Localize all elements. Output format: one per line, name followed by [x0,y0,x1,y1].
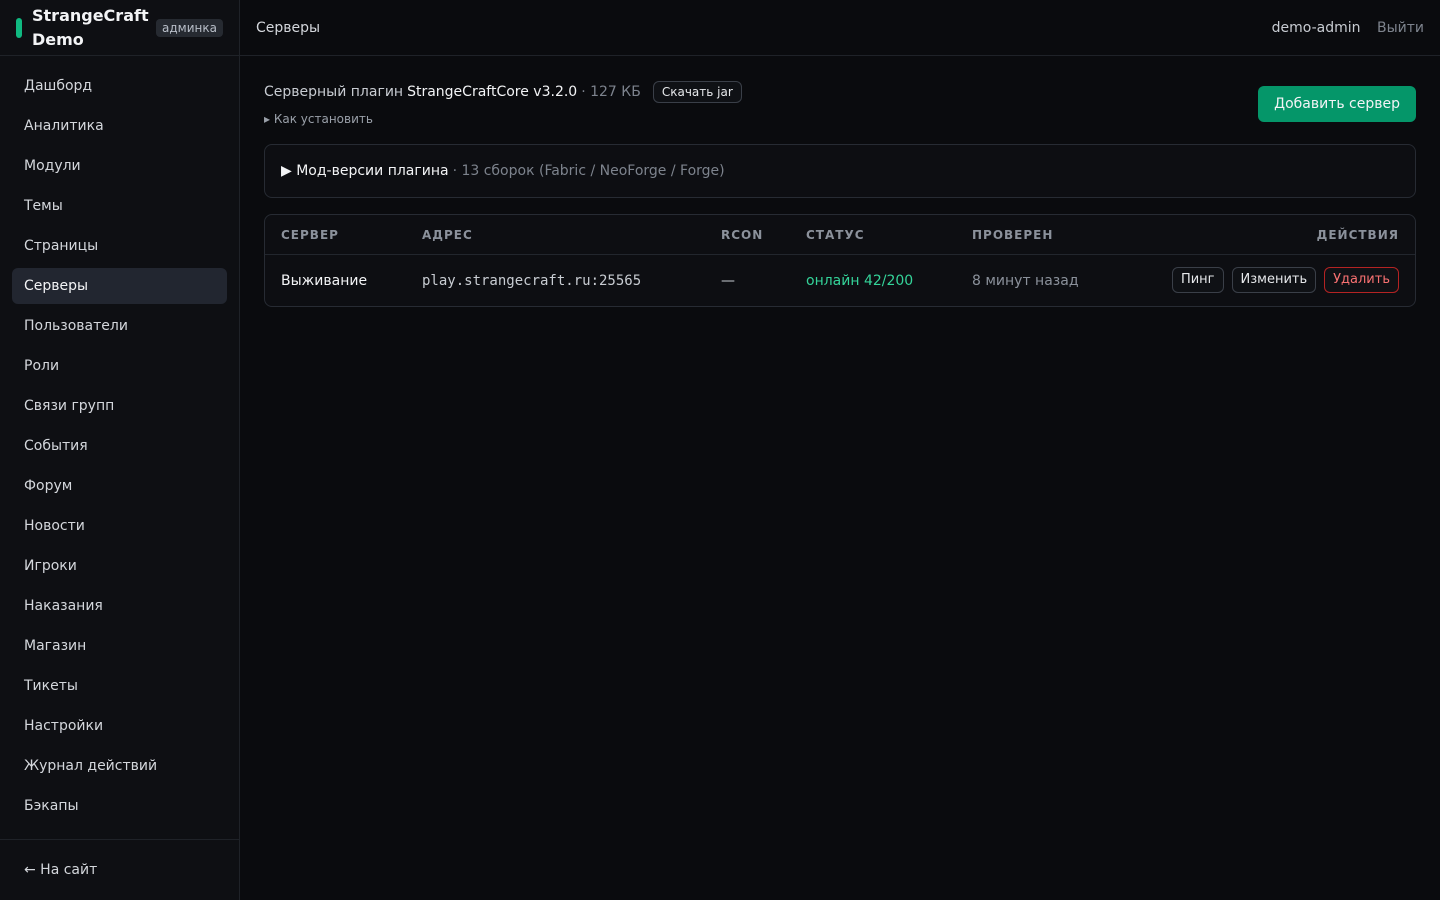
sidebar-item-themes[interactable]: Темы [12,188,227,224]
sidebar-item-analytics[interactable]: Аналитика [12,108,227,144]
brand-badge: админка [156,18,223,37]
row-actions: Пинг Изменить Удалить [1171,267,1399,293]
brand: StrangeCraft Demo админка [0,0,239,56]
sidebar-item-dashboard[interactable]: Дашборд [12,68,227,104]
sidebar-item-events[interactable]: События [12,428,227,464]
mod-versions-panel[interactable]: ▶ Мод-версии плагина · 13 сборок (Fabric… [264,144,1416,198]
sidebar-nav: Дашборд Аналитика Модули Темы Страницы С… [0,56,239,824]
sidebar-item-players[interactable]: Игроки [12,548,227,584]
plugin-info: Серверный плагин StrangeCraftCore v3.2.0… [264,81,742,103]
sidebar-item-tickets[interactable]: Тикеты [12,668,227,704]
logout-link[interactable]: Выйти [1377,20,1424,36]
ping-button[interactable]: Пинг [1171,267,1224,293]
server-address: play.strangecraft.ru:25565 [422,273,642,289]
topbar-user-area: demo-admin Выйти [1272,20,1424,36]
sidebar-item-audit-log[interactable]: Журнал действий [12,748,227,784]
plugin-label: Серверный плагин [264,84,404,100]
brand-name[interactable]: StrangeCraft Demo [32,4,152,52]
sidebar: StrangeCraft Demo админка Дашборд Аналит… [0,0,240,900]
header-checked: ПРОВЕРЕН [972,228,1054,242]
sidebar-item-users[interactable]: Пользователи [12,308,227,344]
server-rcon: — [721,273,735,289]
install-instructions-toggle[interactable]: ▸ Как установить [264,112,373,126]
edit-button[interactable]: Изменить [1231,267,1317,293]
download-jar-button[interactable]: Скачать jar [652,81,742,103]
server-status: онлайн 42/200 [806,273,914,289]
sidebar-item-modules[interactable]: Модули [12,148,227,184]
sidebar-item-settings[interactable]: Настройки [12,708,227,744]
header-server: СЕРВЕР [281,228,339,242]
header-status: СТАТУС [806,228,865,242]
table-row: Выживание play.strangecraft.ru:25565 — о… [265,255,1415,307]
servers-table: СЕРВЕР АДРЕС RCON СТАТУС ПРОВЕРЕН ДЕЙСТВ… [264,214,1416,307]
plugin-name: StrangeCraftCore v3.2.0 [407,84,578,100]
current-user: demo-admin [1271,19,1361,36]
mod-versions-meta: · 13 сборок (Fabric / NeoForge / Forge) [452,163,725,179]
sidebar-item-punishments[interactable]: Наказания [12,588,227,624]
sidebar-item-backups[interactable]: Бэкапы [12,788,227,824]
back-to-site-link[interactable]: ← На сайт [0,839,239,900]
sidebar-item-news[interactable]: Новости [12,508,227,544]
sidebar-item-pages[interactable]: Страницы [12,228,227,264]
server-name: Выживание [281,273,368,289]
mod-versions-title: ▶ Мод-версии плагина [281,163,449,179]
delete-button[interactable]: Удалить [1324,267,1399,293]
sidebar-item-shop[interactable]: Магазин [12,628,227,664]
header-actions: ДЕЙСТВИЯ [1316,228,1399,242]
header-rcon: RCON [721,228,764,242]
table-header: СЕРВЕР АДРЕС RCON СТАТУС ПРОВЕРЕН ДЕЙСТВ… [265,215,1415,255]
topbar: Серверы demo-admin Выйти [240,0,1440,56]
plugin-size: · 127 КБ [581,84,641,100]
header-address: АДРЕС [422,228,473,242]
sidebar-item-roles[interactable]: Роли [12,348,227,384]
sidebar-item-servers[interactable]: Серверы [12,268,227,304]
sidebar-item-forum[interactable]: Форум [12,468,227,504]
add-server-button[interactable]: Добавить сервер [1258,86,1416,122]
page-title: Серверы [256,19,321,36]
brand-accent-bar [16,17,22,38]
sidebar-item-group-links[interactable]: Связи групп [12,388,227,424]
server-checked: 8 минут назад [972,273,1079,289]
